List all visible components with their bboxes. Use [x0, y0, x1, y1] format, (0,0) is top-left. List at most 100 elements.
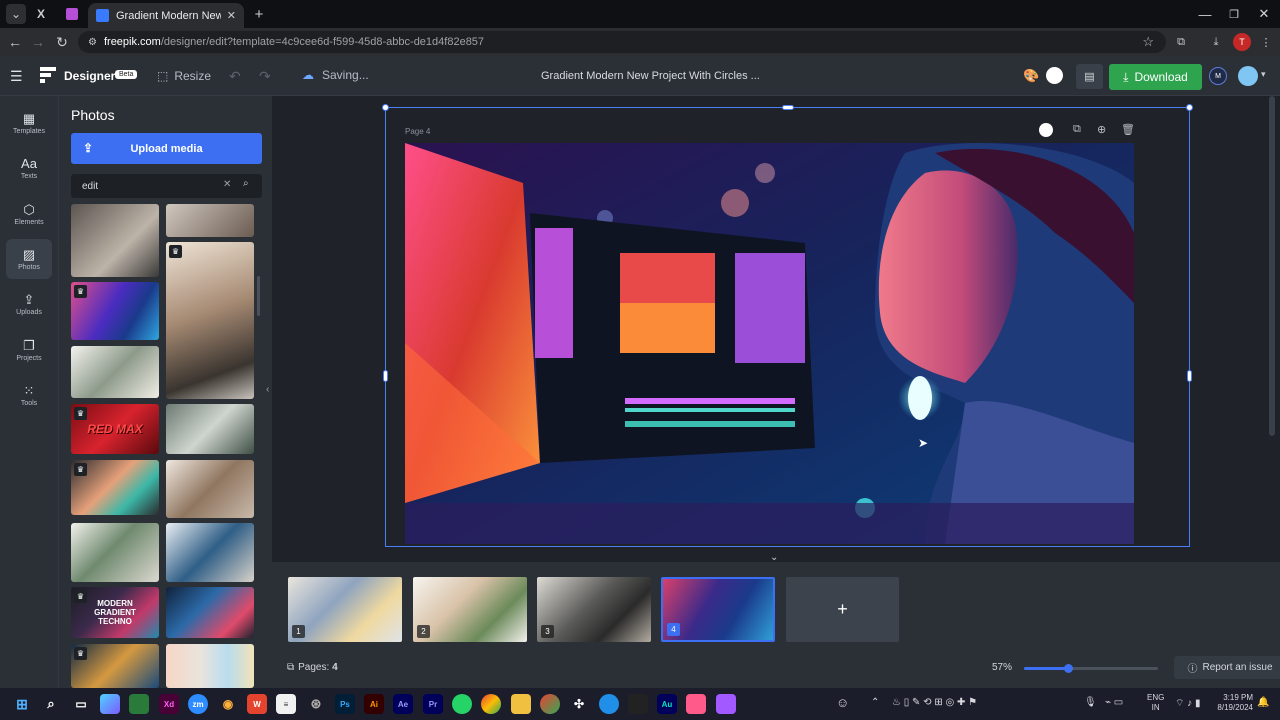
- figma-icon[interactable]: [716, 694, 736, 714]
- restore-window-button[interactable]: ❐: [1219, 4, 1249, 24]
- photo-thumbnail[interactable]: ♛: [166, 242, 254, 399]
- resize-handle[interactable]: [1186, 104, 1193, 111]
- wifi-volume-battery-icons[interactable]: ⌔ ♪ ▮: [1175, 697, 1200, 710]
- minimize-window-button[interactable]: —: [1190, 4, 1220, 24]
- close-tab-icon[interactable]: ✕: [227, 9, 236, 22]
- photo-thumbnail[interactable]: ♛ MODERN GRADIENT TECHNO: [71, 587, 159, 638]
- color-palette-icon[interactable]: 🎨: [1023, 68, 1039, 84]
- photo-thumbnail[interactable]: ♛ RED MAX: [71, 404, 159, 454]
- pages-count[interactable]: ⧉ Pages: 4: [287, 662, 338, 673]
- new-tab-button[interactable]: +: [249, 4, 269, 24]
- photo-thumbnail[interactable]: ♛: [71, 282, 159, 340]
- file-explorer-icon[interactable]: [511, 694, 531, 714]
- chrome-profile-icon[interactable]: [540, 694, 560, 714]
- x-tab-icon[interactable]: X: [31, 4, 51, 24]
- duplicate-page-icon[interactable]: ⧉: [1073, 123, 1081, 136]
- mic-icon[interactable]: 🎙: [1084, 697, 1097, 708]
- blender-icon[interactable]: ◉: [218, 694, 238, 714]
- upload-media-button[interactable]: ⇪ Upload media: [71, 133, 262, 164]
- photo-thumbnail[interactable]: [166, 460, 254, 518]
- rail-item-tools[interactable]: ⁙ Tools: [6, 375, 52, 415]
- user-avatar[interactable]: [1238, 66, 1258, 86]
- report-issue-button[interactable]: ⓘ Report an issue: [1174, 656, 1280, 679]
- tray-icons[interactable]: ♨ ▯ ✎ ⟲ ⊞ ◎ ✚ ⚑: [892, 697, 977, 708]
- address-bar[interactable]: ⚙ freepik.com/designer/edit?template=4c9…: [78, 31, 1166, 53]
- photo-thumbnail[interactable]: [71, 346, 159, 398]
- user-initials-avatar[interactable]: M: [1209, 67, 1227, 85]
- zoom-slider[interactable]: [1024, 664, 1158, 673]
- premiere-icon[interactable]: Pr: [423, 694, 443, 714]
- rail-item-projects[interactable]: ❐ Projects: [6, 330, 52, 370]
- task-view-icon[interactable]: ▭: [71, 694, 91, 714]
- photo-thumbnail[interactable]: ♛: [71, 644, 159, 688]
- download-button[interactable]: ⤓ Download: [1109, 64, 1202, 90]
- davinci-icon[interactable]: [628, 694, 648, 714]
- tab-search-button[interactable]: ⌄: [6, 4, 26, 24]
- edge-icon[interactable]: [599, 694, 619, 714]
- after-effects-icon[interactable]: Ae: [393, 694, 413, 714]
- comments-icon[interactable]: ▤: [1076, 64, 1103, 89]
- background-color-swatch[interactable]: [1046, 67, 1063, 84]
- zoom-percentage[interactable]: 57%: [992, 662, 1012, 673]
- page-color-swatch[interactable]: [1039, 123, 1053, 137]
- clear-search-icon[interactable]: ✕: [223, 179, 231, 190]
- xd-icon[interactable]: Xd: [159, 694, 179, 714]
- zoom-app-icon[interactable]: zm: [188, 694, 208, 714]
- search-icon[interactable]: ⌕: [243, 178, 249, 189]
- photo-thumbnail[interactable]: [71, 523, 159, 582]
- photo-search-input[interactable]: edit ✕ ⌕: [71, 174, 262, 198]
- bookmark-star-icon[interactable]: ☆: [1142, 34, 1154, 50]
- photo-thumbnail[interactable]: [166, 644, 254, 688]
- back-icon[interactable]: ←: [4, 32, 26, 52]
- search-icon[interactable]: ⌕: [41, 694, 61, 714]
- add-page-icon[interactable]: ⊕: [1097, 123, 1106, 136]
- document-title[interactable]: Gradient Modern New Project With Circles…: [541, 70, 760, 82]
- resize-handle[interactable]: [1187, 370, 1192, 382]
- resize-button[interactable]: ⬚ Resize: [157, 69, 211, 83]
- store-icon[interactable]: [129, 694, 149, 714]
- resize-handle[interactable]: [382, 104, 389, 111]
- notifications-icon[interactable]: 🔔: [1257, 697, 1269, 708]
- page-thumbnail-1[interactable]: 1: [288, 577, 402, 642]
- chevron-down-icon[interactable]: ▾: [1261, 69, 1266, 80]
- photo-thumbnail[interactable]: [71, 204, 159, 277]
- clock[interactable]: 3:19 PM 8/19/2024: [1213, 693, 1253, 713]
- notification-avatar-icon[interactable]: ☺: [836, 695, 849, 710]
- tray-overflow-icon[interactable]: ⌃: [871, 697, 879, 708]
- rail-item-uploads[interactable]: ⇪ Uploads: [6, 284, 52, 324]
- app-icon[interactable]: [686, 694, 706, 714]
- downloads-icon[interactable]: ⤓: [1207, 33, 1225, 51]
- close-window-button[interactable]: ✕: [1249, 4, 1279, 24]
- extensions-icon[interactable]: ⧉: [1172, 33, 1190, 51]
- rail-item-templates[interactable]: ▦ Templates: [6, 103, 52, 143]
- volume-tray-icon[interactable]: ⌁ ▭: [1105, 697, 1123, 708]
- page-thumbnail-4[interactable]: 4: [661, 577, 775, 642]
- notepad-icon[interactable]: ≡: [276, 694, 296, 714]
- resize-handle[interactable]: [383, 370, 388, 382]
- collapse-panel-icon[interactable]: ‹: [266, 384, 269, 395]
- chatgpt-icon[interactable]: ⊛: [306, 694, 326, 714]
- freepik-logo-icon[interactable]: [40, 67, 56, 83]
- photo-thumbnail[interactable]: [166, 587, 254, 638]
- windows-start-icon[interactable]: ⊞: [12, 694, 32, 714]
- photo-thumbnail[interactable]: [166, 523, 254, 582]
- app-tab-icon[interactable]: [66, 8, 78, 20]
- panel-scrollbar[interactable]: [257, 276, 260, 316]
- page-thumbnail-3[interactable]: 3: [537, 577, 651, 642]
- rail-item-photos[interactable]: ▨ Photos: [6, 239, 52, 279]
- photo-thumbnail[interactable]: [166, 404, 254, 454]
- zoom-slider-knob[interactable]: [1064, 664, 1073, 673]
- add-page-button[interactable]: +: [786, 577, 899, 642]
- photo-thumbnail[interactable]: [166, 204, 254, 237]
- reload-icon[interactable]: ↻: [51, 32, 73, 52]
- language-indicator[interactable]: ENG IN: [1147, 693, 1164, 713]
- app-w-icon[interactable]: W: [247, 694, 267, 714]
- chrome-icon[interactable]: [481, 694, 501, 714]
- illustrator-icon[interactable]: Ai: [364, 694, 384, 714]
- canvas-photo[interactable]: [405, 143, 1134, 544]
- page-thumbnail-2[interactable]: 2: [413, 577, 527, 642]
- rail-item-elements[interactable]: ⬡ Elements: [6, 194, 52, 234]
- delete-page-icon[interactable]: 🗑: [1121, 123, 1135, 136]
- hamburger-menu-icon[interactable]: ☰: [10, 68, 23, 85]
- whatsapp-icon[interactable]: [452, 694, 472, 714]
